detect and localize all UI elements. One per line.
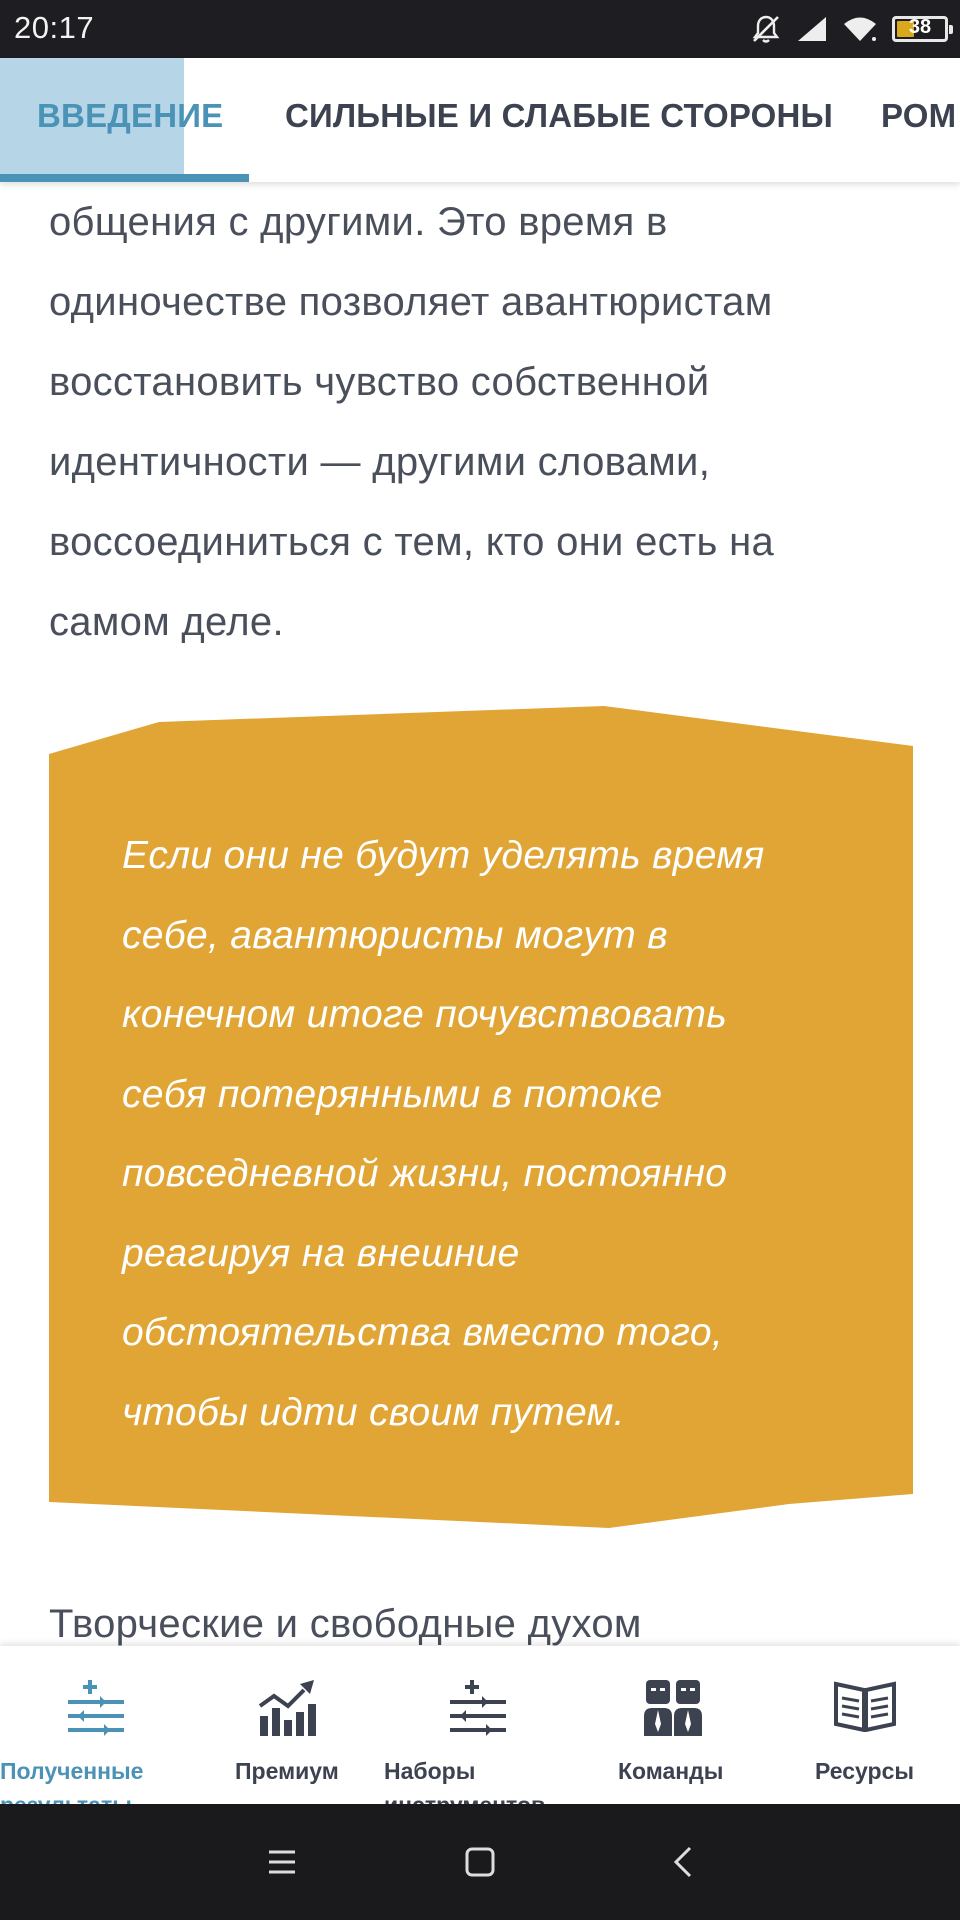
bar-chart-trend-icon bbox=[256, 1676, 318, 1743]
nav-label-line: инструментов bbox=[384, 1788, 545, 1804]
tab-romance[interactable]: РОМ bbox=[881, 97, 956, 135]
sliders-plus-icon bbox=[66, 1676, 126, 1743]
quote-line: конечном итоге почувствовать bbox=[122, 993, 728, 1036]
menu-icon[interactable] bbox=[266, 1842, 298, 1887]
nav-toolkits-label: Наборы инструментов bbox=[384, 1754, 545, 1804]
status-bar: 20:17 38 bbox=[0, 0, 960, 58]
nav-label-line: Наборы bbox=[384, 1758, 476, 1784]
nav-results-label: Полученные результаты bbox=[0, 1754, 143, 1804]
pull-quote: Если они не будут уделять время себе, ав… bbox=[49, 706, 913, 1528]
status-icons: 38 bbox=[750, 8, 953, 50]
nav-results[interactable]: Полученные результаты bbox=[0, 1646, 190, 1804]
home-square-icon[interactable] bbox=[464, 1842, 496, 1887]
quote-line: себя потерянными в потоке bbox=[122, 1072, 663, 1116]
nav-teams[interactable]: Команды bbox=[580, 1646, 770, 1804]
quote-line: обстоятельства вместо того, bbox=[122, 1311, 723, 1354]
quote-line: реагируя на внешние bbox=[122, 1231, 520, 1275]
nav-teams-label: Команды bbox=[618, 1754, 723, 1788]
system-navigation-bar bbox=[0, 1804, 960, 1920]
next-paragraph: Творческие и свободные духом bbox=[49, 1602, 642, 1646]
nav-label-line: Премиум bbox=[235, 1758, 339, 1784]
paragraph-line: восстановить чувство собственной bbox=[49, 360, 710, 404]
paragraph-line: общения с другими. Это время в bbox=[49, 200, 668, 244]
back-chevron-icon[interactable] bbox=[668, 1842, 700, 1887]
section-tabs: ВВЕДЕНИЕ СИЛЬНЫЕ И СЛАБЫЕ СТОРОНЫ РОМ bbox=[0, 58, 960, 182]
paragraph-line: воссоединиться с тем, кто они есть на bbox=[49, 520, 775, 564]
quote-text: Если они не будут уделять время себе, ав… bbox=[122, 816, 882, 1452]
status-time: 20:17 bbox=[14, 10, 95, 45]
paragraph-line: одиночестве позволяет авантюристам bbox=[49, 280, 773, 324]
quote-line: повседневной жизни, постоянно bbox=[122, 1152, 728, 1195]
tab-introduction[interactable]: ВВЕДЕНИЕ bbox=[37, 97, 223, 135]
nav-label-line: Команды bbox=[618, 1758, 724, 1784]
wifi-icon bbox=[842, 15, 878, 43]
cellular-signal-icon bbox=[796, 15, 828, 43]
nav-premium-label: Премиум bbox=[235, 1754, 339, 1788]
active-tab-indicator bbox=[0, 174, 249, 182]
quote-line: себе, авантюристы могут в bbox=[122, 913, 668, 957]
sliders-plus-icon bbox=[448, 1676, 508, 1743]
nav-resources-label: Ресурсы bbox=[815, 1754, 914, 1788]
battery-icon: 38 bbox=[892, 16, 953, 42]
nav-label-line: Полученные bbox=[0, 1758, 144, 1784]
nav-label-line: Ресурсы bbox=[815, 1758, 915, 1784]
quote-line: чтобы идти своим путем. bbox=[122, 1390, 625, 1434]
nav-premium[interactable]: Премиум bbox=[190, 1646, 380, 1804]
paragraph-line: идентичности — другими словами, bbox=[49, 440, 711, 484]
paragraph-line: самом деле. bbox=[49, 600, 284, 644]
bell-off-icon bbox=[750, 13, 782, 45]
team-people-icon bbox=[642, 1676, 704, 1743]
tab-strengths-weaknesses[interactable]: СИЛЬНЫЕ И СЛАБЫЕ СТОРОНЫ bbox=[285, 97, 833, 135]
article-paragraph: общения с другими. Это время в одиночест… bbox=[49, 182, 929, 662]
bottom-navigation: Полученные результаты Премиум bbox=[0, 1646, 960, 1804]
nav-resources[interactable]: Ресурсы bbox=[770, 1646, 960, 1804]
battery-level-text: 38 bbox=[908, 16, 932, 38]
quote-line: Если они не будут уделять время bbox=[122, 834, 765, 877]
open-book-icon bbox=[834, 1676, 896, 1737]
nav-label-line: результаты bbox=[0, 1788, 143, 1804]
nav-toolkits[interactable]: Наборы инструментов bbox=[380, 1646, 570, 1804]
